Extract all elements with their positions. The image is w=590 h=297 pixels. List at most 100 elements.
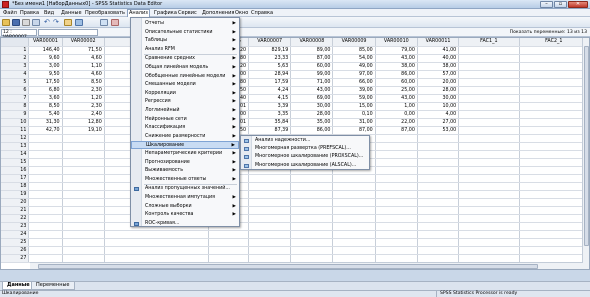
row-number[interactable]: 15 xyxy=(1,158,30,167)
data-cell[interactable]: 31,00 xyxy=(332,118,376,127)
data-cell[interactable]: 49,00 xyxy=(332,62,376,71)
data-cell[interactable] xyxy=(519,46,589,55)
data-cell[interactable] xyxy=(458,70,520,79)
data-cell[interactable] xyxy=(248,214,292,223)
data-cell[interactable] xyxy=(458,230,520,239)
analyze-menu-item[interactable]: Общая линейная модель ▶ xyxy=(131,64,239,72)
menu-file[interactable]: Файл xyxy=(2,10,18,16)
row-number[interactable]: 24 xyxy=(1,230,30,239)
column-header[interactable]: VAR00007 xyxy=(248,38,292,47)
data-cell[interactable] xyxy=(28,182,63,191)
data-cell[interactable] xyxy=(290,238,334,247)
data-cell[interactable] xyxy=(417,134,460,143)
data-cell[interactable] xyxy=(28,230,63,239)
data-cell[interactable] xyxy=(519,206,589,215)
menu-edit[interactable]: Правка xyxy=(19,10,40,16)
data-cell[interactable] xyxy=(458,254,520,263)
data-cell[interactable]: 97,00 xyxy=(332,70,376,79)
data-cell[interactable] xyxy=(417,142,460,151)
data-cell[interactable] xyxy=(332,238,376,247)
data-cell[interactable]: 53,00 xyxy=(417,126,460,135)
menu-addons[interactable]: Дополнения xyxy=(201,10,235,16)
data-cell[interactable] xyxy=(458,246,520,255)
data-cell[interactable] xyxy=(28,246,63,255)
minimize-button[interactable]: – xyxy=(540,1,553,8)
data-cell[interactable] xyxy=(417,150,460,159)
data-cell[interactable] xyxy=(458,198,520,207)
data-cell[interactable] xyxy=(248,198,292,207)
data-cell[interactable] xyxy=(104,230,209,239)
analyze-menu-item[interactable]: Сравнение средних ▶ xyxy=(131,55,239,63)
data-cell[interactable] xyxy=(375,214,418,223)
data-cell[interactable] xyxy=(519,94,589,103)
data-cell[interactable]: 3,60 xyxy=(28,94,63,103)
analyze-menu-item[interactable]: Контроль качества ▶ xyxy=(131,211,239,219)
data-cell[interactable]: 54,00 xyxy=(332,54,376,63)
row-number[interactable]: 13 xyxy=(1,142,30,151)
data-cell[interactable]: 4,00 xyxy=(417,110,460,119)
data-cell[interactable]: 43,00 xyxy=(375,54,418,63)
column-header[interactable]: VAR00010 xyxy=(375,38,418,47)
data-cell[interactable]: 87,00 xyxy=(290,54,334,63)
analyze-menu-item[interactable]: Анализ пропущенных значений... xyxy=(131,185,239,193)
data-cell[interactable] xyxy=(417,190,460,199)
data-cell[interactable] xyxy=(62,238,105,247)
row-number[interactable]: 12 xyxy=(1,134,30,143)
data-cell[interactable]: 2,40 xyxy=(62,110,105,119)
cell-reference[interactable]: 12 : VAR00007 xyxy=(1,29,37,40)
analyze-menu-item[interactable]: Снижение размерности ▶ xyxy=(131,133,239,141)
data-cell[interactable] xyxy=(375,230,418,239)
data-cell[interactable]: 71,00 xyxy=(290,78,334,87)
data-cell[interactable]: 39,00 xyxy=(332,86,376,95)
data-cell[interactable]: 27,00 xyxy=(417,118,460,127)
data-cell[interactable]: 5,40 xyxy=(28,110,63,119)
insert-cases-icon[interactable] xyxy=(111,19,119,26)
data-cell[interactable] xyxy=(104,254,209,263)
data-cell[interactable]: 0,00 xyxy=(375,110,418,119)
scaling-menu-item[interactable]: Многомерное шкалирование (ALSCAL)... xyxy=(241,162,369,170)
data-cell[interactable] xyxy=(458,118,520,127)
data-cell[interactable] xyxy=(28,254,63,263)
data-cell[interactable] xyxy=(458,94,520,103)
data-cell[interactable]: 89,00 xyxy=(290,46,334,55)
data-cell[interactable] xyxy=(458,46,520,55)
data-cell[interactable]: 31,30 xyxy=(28,118,63,127)
data-cell[interactable]: 86,00 xyxy=(375,70,418,79)
data-cell[interactable] xyxy=(290,198,334,207)
close-button[interactable]: ✕ xyxy=(568,1,588,8)
data-cell[interactable]: 3,39 xyxy=(248,102,292,111)
data-cell[interactable] xyxy=(375,198,418,207)
row-number[interactable]: 11 xyxy=(1,126,30,135)
row-number[interactable]: 9 xyxy=(1,110,30,119)
horizontal-scroll-thumb[interactable] xyxy=(38,264,538,269)
data-cell[interactable] xyxy=(417,238,460,247)
data-cell[interactable] xyxy=(375,238,418,247)
grid-corner[interactable] xyxy=(1,38,30,47)
data-cell[interactable] xyxy=(458,110,520,119)
data-cell[interactable] xyxy=(375,182,418,191)
tab-variable-view[interactable]: Переменные xyxy=(31,282,75,290)
data-cell[interactable] xyxy=(375,174,418,183)
data-cell[interactable]: 4,24 xyxy=(248,86,292,95)
row-number[interactable]: 10 xyxy=(1,118,30,127)
analyze-menu-item[interactable]: Сложные выборки ▶ xyxy=(131,203,239,211)
data-cell[interactable] xyxy=(458,182,520,191)
data-cell[interactable] xyxy=(28,198,63,207)
data-cell[interactable]: 41,00 xyxy=(417,46,460,55)
data-cell[interactable]: 66,00 xyxy=(332,78,376,87)
analyze-menu-item[interactable]: ROC-кривая... xyxy=(131,220,239,228)
cell-value-field[interactable] xyxy=(38,29,98,36)
data-cell[interactable] xyxy=(417,182,460,191)
data-cell[interactable]: 17,59 xyxy=(248,78,292,87)
data-cell[interactable] xyxy=(458,142,520,151)
analyze-menu-item[interactable]: Классификация ▶ xyxy=(131,124,239,132)
data-cell[interactable] xyxy=(458,150,520,159)
data-cell[interactable] xyxy=(519,174,589,183)
analyze-menu-item[interactable]: Описательные статистики ▶ xyxy=(131,29,239,37)
data-cell[interactable] xyxy=(417,254,460,263)
data-cell[interactable] xyxy=(458,126,520,135)
data-cell[interactable]: 30,00 xyxy=(290,102,334,111)
data-cell[interactable]: 87,00 xyxy=(375,126,418,135)
data-cell[interactable] xyxy=(290,182,334,191)
data-cell[interactable] xyxy=(375,142,418,151)
